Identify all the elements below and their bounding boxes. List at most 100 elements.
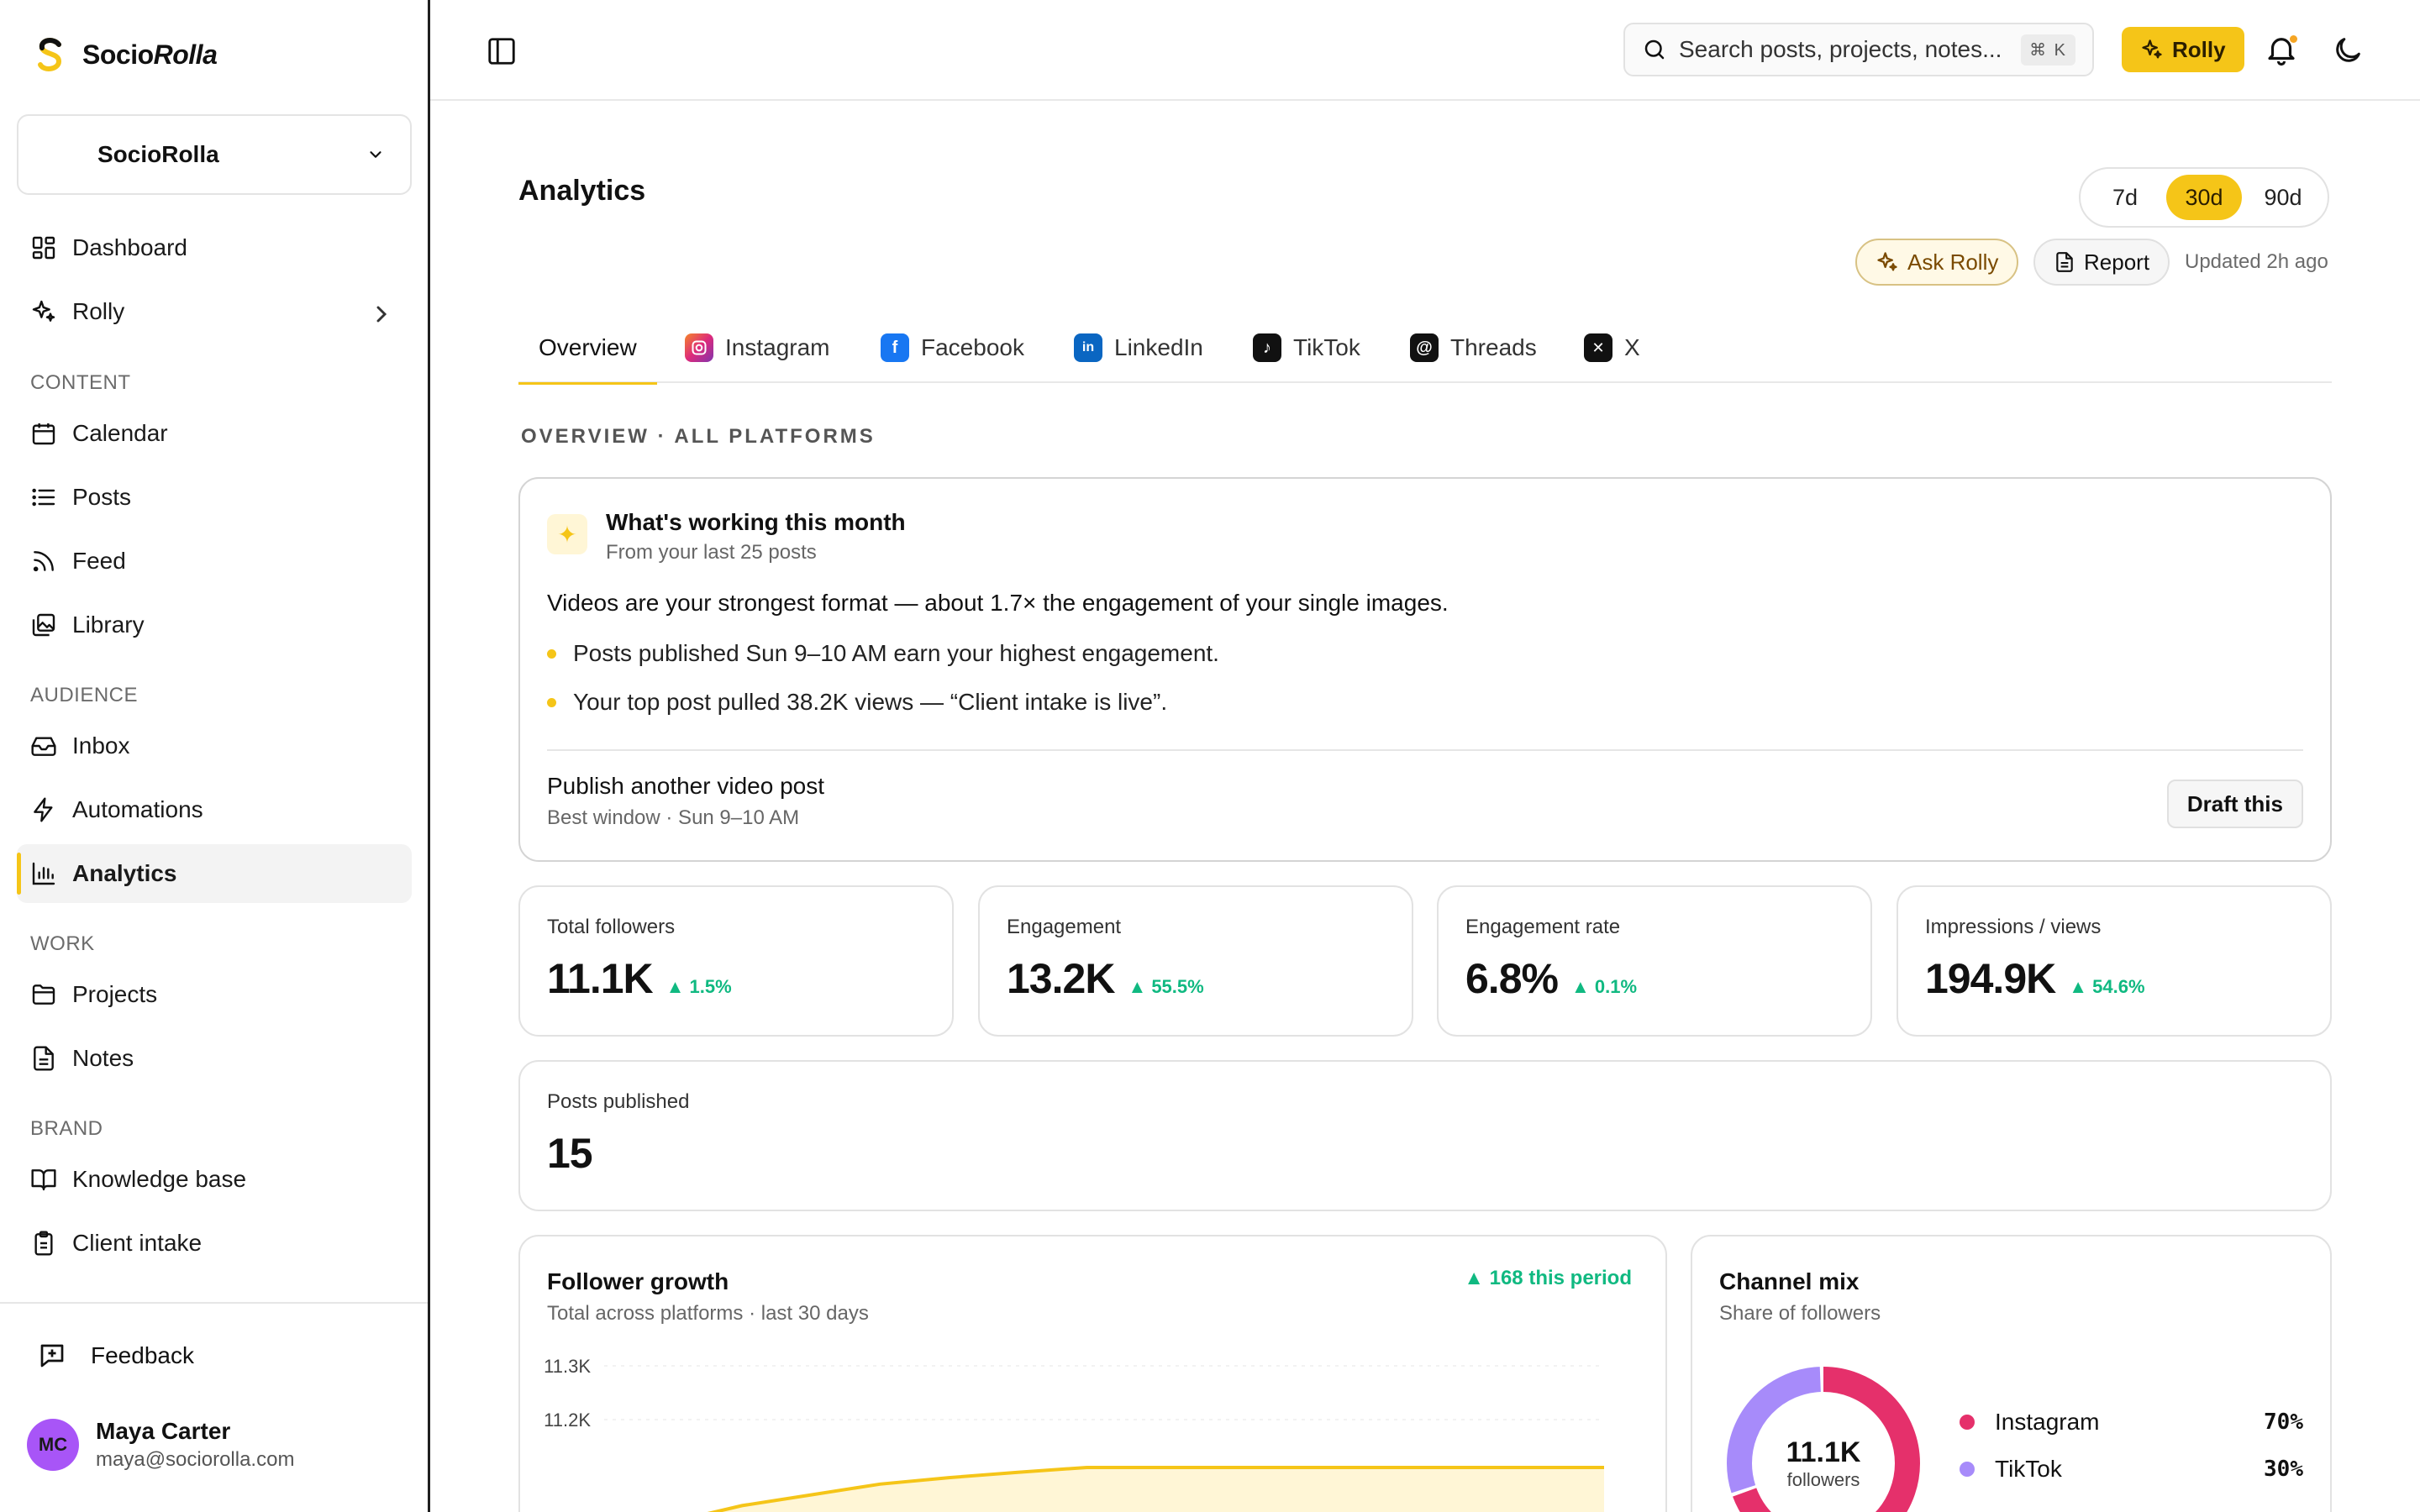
kpi-delta: ▲ 0.1% (1570, 976, 1637, 997)
images-icon (32, 613, 55, 637)
tab-label: Overview (539, 334, 637, 360)
kpi-impressions: Impressions / views 194.9K ▲ 54.6% (1897, 885, 2332, 1037)
range-30d-button[interactable]: 30d (2166, 175, 2242, 220)
insight-card: ✦ What's working this month From your la… (518, 477, 2332, 862)
message-plus-icon (40, 1344, 64, 1368)
sparkle-icon: ✦ (547, 514, 587, 554)
feedback-label: Feedback (91, 1342, 194, 1368)
clipboard-icon (34, 1231, 53, 1256)
kpi-value: 11.1K (547, 955, 654, 1002)
kpi-label: Posts published (547, 1090, 690, 1113)
insight-divider (547, 749, 2303, 751)
sidebar-item-posts[interactable]: Posts (17, 468, 412, 527)
y-tick-label: 11.3K (544, 1356, 591, 1377)
insight-bullet: Your top post pulled 38.2K views — “Clie… (547, 689, 1167, 716)
tab-label: Facebook (921, 334, 1024, 360)
sidebar-item-projects[interactable]: Projects (17, 965, 412, 1024)
sidebar-item-dashboard[interactable]: Dashboard (17, 218, 412, 277)
growth-delta: ▲ 168 this period (1464, 1267, 1632, 1289)
search-input[interactable]: Search posts, projects, notes... ⌘ K (1623, 23, 2094, 76)
sidebar-item-automations[interactable]: Automations (17, 780, 412, 839)
threads-icon: @ (1410, 333, 1439, 362)
bullet-dot (547, 648, 556, 659)
bullet-text: Posts published Sun 9–10 AM earn your hi… (573, 640, 1219, 666)
legend-name: TikTok (1995, 1456, 2062, 1482)
kpi-engagement-rate: Engagement rate 6.8% ▲ 0.1% (1437, 885, 1872, 1037)
sidebar-item-label: Library (72, 612, 145, 638)
sidebar-toggle-icon[interactable] (486, 35, 518, 67)
range-7d-button[interactable]: 7d (2087, 175, 2163, 220)
bullet-dot (547, 697, 556, 707)
legend-dot (1960, 1462, 1975, 1477)
growth-subtitle: Total across platforms · last 30 days (547, 1302, 869, 1325)
file-text-icon (34, 1046, 54, 1071)
tab-facebook[interactable]: f Facebook (881, 312, 1024, 383)
tab-instagram[interactable]: Instagram (685, 312, 830, 383)
workspace-switcher[interactable]: SocioRolla (17, 114, 412, 195)
tab-tiktok[interactable]: ♪ TikTok (1253, 312, 1360, 383)
section-label: OVERVIEW · ALL PLATFORMS (521, 425, 876, 448)
sidebar-item-label: Rolly (72, 298, 125, 324)
sidebar-item-library[interactable]: Library (17, 596, 412, 654)
platform-tabs: Overview Instagram f Facebook in LinkedI… (518, 312, 2332, 385)
section-brand: BRAND (30, 1117, 103, 1140)
kpi-label: Impressions / views (1925, 916, 2102, 938)
kpi-value: 6.8% (1465, 955, 1559, 1002)
section-work: WORK (30, 932, 95, 955)
calendar-icon (32, 423, 55, 445)
tab-linkedin[interactable]: in LinkedIn (1074, 312, 1203, 383)
kpi-value: 15 (547, 1130, 593, 1177)
follower-growth-card: 11.3K 11.2K Follower growth Total across … (518, 1235, 1667, 1512)
sidebar-item-knowledge-base[interactable]: Knowledge base (17, 1150, 412, 1209)
sidebar-item-inbox[interactable]: Inbox (17, 717, 412, 775)
kpi-delta: ▲ 54.6% (2069, 976, 2145, 997)
sidebar-item-notes[interactable]: Notes (17, 1029, 412, 1088)
kpi-value-row: 13.2K ▲ 55.5% (1007, 954, 1204, 1003)
sidebar-item-analytics[interactable]: Analytics (17, 844, 412, 903)
feedback-button[interactable]: Feedback (37, 1341, 194, 1371)
ask-rolly-button[interactable]: Ask Rolly (1855, 239, 2019, 286)
sidebar-item-label: Projects (72, 981, 158, 1007)
tab-overview[interactable]: Overview (518, 312, 657, 385)
moon-icon[interactable] (2331, 34, 2365, 67)
bar-chart-icon (32, 862, 55, 885)
rolly-button-label: Rolly (2172, 36, 2226, 62)
folder-icon (32, 984, 55, 1005)
kpi-label: Engagement (1007, 916, 1122, 938)
notifications-button[interactable] (2264, 32, 2299, 67)
search-shortcut: ⌘ K (2021, 34, 2075, 66)
tab-label: Instagram (725, 334, 830, 360)
tab-label: X (1624, 334, 1640, 360)
rolly-button[interactable]: Rolly (2122, 27, 2244, 72)
mix-title: Channel mix (1719, 1268, 1860, 1294)
instagram-icon (685, 333, 713, 362)
report-button[interactable]: Report (2033, 239, 2170, 286)
ask-rolly-label: Ask Rolly (1907, 249, 1999, 275)
mix-subtitle: Share of followers (1719, 1302, 1881, 1325)
kpi-delta: ▲ 1.5% (666, 976, 732, 997)
rss-icon (33, 551, 54, 572)
updated-timestamp: Updated 2h ago (2185, 250, 2328, 273)
sidebar-item-calendar[interactable]: Calendar (17, 404, 412, 463)
tab-label: TikTok (1293, 334, 1360, 360)
brand[interactable]: SocioRolla (34, 35, 218, 74)
chevron-right-icon (376, 306, 387, 323)
x-icon: ✕ (1584, 333, 1612, 362)
sidebar-item-label: Notes (72, 1045, 134, 1071)
range-90d-button[interactable]: 90d (2245, 175, 2321, 220)
kpi-value-row: 11.1K ▲ 1.5% (547, 954, 732, 1003)
sidebar-item-feed[interactable]: Feed (17, 532, 412, 591)
topbar: Search posts, projects, notes... ⌘ K Rol… (430, 0, 2420, 101)
tab-x[interactable]: ✕ X (1584, 312, 1640, 383)
kpi-total-followers: Total followers 11.1K ▲ 1.5% (518, 885, 954, 1037)
main-content: Analytics 7d 30d 90d Ask Rolly Report Up… (430, 101, 2420, 1512)
tab-threads[interactable]: @ Threads (1410, 312, 1537, 383)
draft-this-button[interactable]: Draft this (2166, 780, 2303, 828)
user-profile[interactable]: MC Maya Carter maya@sociorolla.com (27, 1418, 294, 1472)
tiktok-icon: ♪ (1253, 333, 1281, 362)
sidebar-item-rolly[interactable]: Rolly (17, 282, 412, 341)
workspace-name: SocioRolla (97, 141, 219, 167)
sidebar-item-client-intake[interactable]: Client intake (17, 1214, 412, 1273)
donut-total: 11.1K (1786, 1436, 1861, 1468)
bullet-text: Your top post pulled 38.2K views — “Clie… (573, 689, 1168, 715)
